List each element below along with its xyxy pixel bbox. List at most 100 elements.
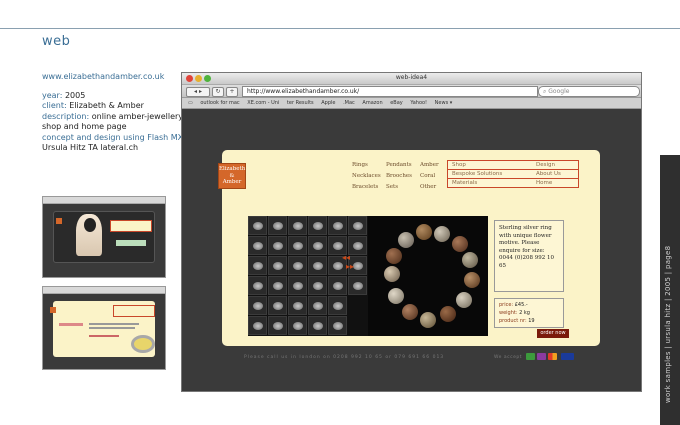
- bookmark-item[interactable]: Amazon: [362, 100, 382, 106]
- menu-about[interactable]: About Us: [536, 170, 561, 178]
- bookmark-item[interactable]: XE.com - Uni: [247, 100, 279, 106]
- gallery-thumb[interactable]: [268, 256, 287, 275]
- category-rings[interactable]: Rings: [352, 162, 368, 168]
- gallery-thumb[interactable]: [248, 296, 267, 315]
- add-bookmark-icon[interactable]: +: [226, 87, 238, 97]
- back-forward-button[interactable]: ◂ ▸: [186, 87, 210, 97]
- thumbnail-caption: [116, 240, 146, 246]
- gallery-thumb[interactable]: [248, 216, 267, 235]
- product-description: Sterling silver ring with unique flower …: [494, 220, 564, 292]
- thumbnail-heading: [59, 323, 83, 326]
- bookmark-item[interactable]: Yahoo!: [410, 100, 427, 106]
- bookmark-item[interactable]: outlook for mac: [200, 100, 239, 106]
- address-bar[interactable]: http://www.elizabethandamber.co.uk/: [242, 86, 538, 97]
- gallery-thumb[interactable]: [248, 236, 267, 255]
- menu-home[interactable]: Home: [536, 179, 552, 187]
- google-search-input[interactable]: ⌕ Google: [538, 86, 640, 97]
- gallery-thumb[interactable]: [288, 316, 307, 335]
- bookmark-item[interactable]: .Mac: [343, 100, 355, 106]
- menu-shop[interactable]: Shop: [452, 161, 466, 169]
- gallery-thumb[interactable]: [308, 216, 327, 235]
- side-tab-label: work samples | ursula hitz | 2005 | page…: [664, 245, 672, 403]
- bookmarks-book-icon[interactable]: ▭: [188, 100, 193, 106]
- previous-arrow-icon[interactable]: ◂◂: [342, 254, 350, 262]
- gallery-thumb[interactable]: [268, 216, 287, 235]
- bead: [386, 248, 402, 264]
- gallery-thumb[interactable]: [288, 216, 307, 235]
- section-title: web: [42, 34, 71, 49]
- gallery-thumb[interactable]: [328, 296, 347, 315]
- gallery-thumb[interactable]: [308, 256, 327, 275]
- bead: [416, 224, 432, 240]
- category-coral[interactable]: Coral: [420, 173, 435, 179]
- product-gallery: [248, 216, 368, 336]
- footer-contact: Please call us in london on 0208 992 10 …: [244, 355, 445, 360]
- next-arrow-icon[interactable]: ▸▸: [346, 263, 354, 271]
- gallery-thumb[interactable]: [268, 316, 287, 335]
- category-amber[interactable]: Amber: [420, 162, 439, 168]
- project-url-link[interactable]: www.elizabethandamber.co.uk: [42, 72, 182, 83]
- gallery-thumb[interactable]: [288, 236, 307, 255]
- browser-toolbar: ◂ ▸ ↻ + http://www.elizabethandamber.co.…: [182, 85, 641, 98]
- gallery-thumb[interactable]: [288, 276, 307, 295]
- thumbnail-home[interactable]: [42, 196, 166, 278]
- gallery-thumb[interactable]: [308, 236, 327, 255]
- category-sets[interactable]: Sets: [386, 184, 398, 190]
- category-other[interactable]: Other: [420, 184, 436, 190]
- top-divider: [0, 28, 680, 29]
- gallery-thumb[interactable]: [308, 276, 327, 295]
- thumbnail-menu: [113, 305, 155, 317]
- gallery-thumb[interactable]: [268, 276, 287, 295]
- bead: [388, 288, 404, 304]
- gallery-thumb[interactable]: [328, 276, 347, 295]
- concept-value: Ursula Hitz TA lateral.ch: [42, 143, 139, 152]
- gallery-thumb[interactable]: [348, 216, 367, 235]
- gallery-thumb[interactable]: [348, 276, 367, 295]
- gallery-thumb[interactable]: [308, 316, 327, 335]
- product-number-line: product nr: 19: [499, 317, 559, 325]
- description-value-2: shop and home page: [42, 122, 127, 131]
- bead: [384, 266, 400, 282]
- bookmark-item[interactable]: News ▾: [435, 100, 453, 106]
- category-necklaces[interactable]: Necklaces: [352, 173, 381, 179]
- gallery-thumb[interactable]: [328, 316, 347, 335]
- menu-bespoke[interactable]: Bespoke Solutions: [452, 170, 502, 178]
- category-brooches[interactable]: Brooches: [386, 173, 412, 179]
- bookmark-item[interactable]: Apple: [321, 100, 335, 106]
- client-label: client:: [42, 101, 67, 110]
- thumbnail-home-page: [53, 211, 155, 263]
- gallery-thumb[interactable]: [248, 316, 267, 335]
- gallery-thumb[interactable]: [288, 256, 307, 275]
- gallery-thumb[interactable]: [248, 256, 267, 275]
- gallery-thumb[interactable]: [268, 296, 287, 315]
- thumbnail-toolbar: [43, 197, 165, 204]
- product-number-value: 19: [528, 318, 535, 324]
- bookmarks-bar: ▭ outlook for mac XE.com - Uni ter Resul…: [182, 98, 641, 109]
- menu-design[interactable]: Design: [536, 161, 555, 169]
- bookmark-item[interactable]: eBay: [390, 100, 403, 106]
- client-value: Elizabeth & Amber: [69, 101, 144, 110]
- gallery-thumb[interactable]: [268, 236, 287, 255]
- year-label: year:: [42, 90, 63, 100]
- thumbnail-logo: [56, 218, 62, 224]
- order-now-button[interactable]: order now: [537, 329, 569, 338]
- menu-materials[interactable]: Materials: [452, 179, 477, 187]
- thumbnail-bespoke-page: [50, 301, 155, 357]
- gallery-thumb[interactable]: [348, 236, 367, 255]
- gallery-thumb[interactable]: [248, 276, 267, 295]
- gallery-thumb[interactable]: [308, 296, 327, 315]
- category-pendants[interactable]: Pendants: [386, 162, 412, 168]
- site-logo[interactable]: Elizabeth & Amber: [218, 163, 246, 189]
- gallery-thumb[interactable]: [328, 216, 347, 235]
- gallery-thumb[interactable]: [288, 296, 307, 315]
- menu-row: Materials Home: [448, 179, 578, 187]
- client-line: client: Elizabeth & Amber: [42, 101, 182, 112]
- thumbnail-bespoke[interactable]: [42, 286, 166, 370]
- bead: [440, 306, 456, 322]
- project-info: www.elizabethandamber.co.uk year: 2005 c…: [42, 72, 186, 154]
- reload-icon[interactable]: ↻: [212, 87, 224, 97]
- bead: [456, 292, 472, 308]
- category-bracelets[interactable]: Bracelets: [352, 184, 378, 190]
- bookmark-item[interactable]: ter Results: [287, 100, 314, 106]
- payment-card-icon: [526, 353, 535, 360]
